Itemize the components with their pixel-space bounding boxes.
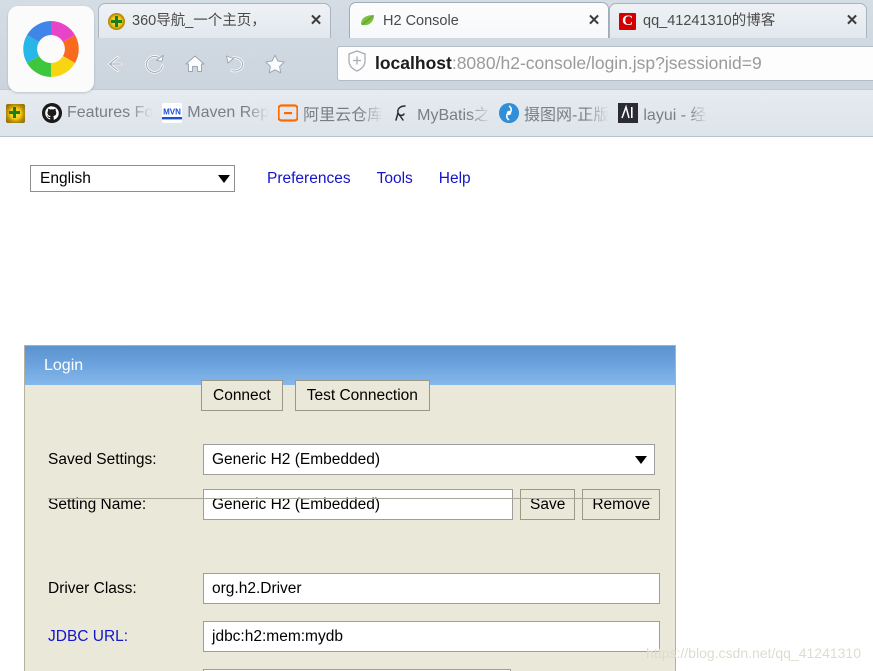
link-help[interactable]: Help [439, 170, 471, 188]
bookmark-label: 摄图网-正版 [524, 107, 610, 124]
layui-icon [618, 103, 639, 123]
tab-title: 360导航_一个主页， [132, 13, 266, 29]
language-select[interactable]: English [30, 165, 235, 192]
tab-title: H2 Console [383, 12, 459, 29]
github-icon [42, 103, 62, 123]
bookmark-item-stock-photo[interactable]: 摄图网-正版 [499, 98, 609, 128]
chevron-down-icon [218, 174, 230, 183]
tab-title: qq_41241310的博客 [643, 13, 776, 29]
bookmark-item-mybatis[interactable]: MyBatis之 [392, 98, 490, 128]
bookmark-item-aliyun[interactable]: 阿里云仓库 [277, 98, 384, 128]
language-select-value: English [40, 169, 91, 187]
browser-tab-2[interactable]: C qq_41241310的博客 ✕ [609, 3, 867, 38]
driver-class-value: org.h2.Driver [212, 579, 302, 597]
back-arrow-icon[interactable] [98, 47, 132, 81]
bookmark-label: 阿里云仓库 [303, 107, 384, 124]
saved-settings-value: Generic H2 (Embedded) [212, 450, 380, 468]
mybatis-icon [392, 103, 412, 123]
field-row-setting-name: Setting Name: Generic H2 (Embedded) Save… [25, 489, 675, 520]
browser-tab-1[interactable]: H2 Console ✕ [349, 2, 609, 38]
bookmark-label: layui - 经 [643, 107, 707, 124]
reload-icon[interactable] [138, 47, 172, 81]
aliyun-icon [277, 103, 299, 123]
bookmark-label: Maven Rep [187, 104, 270, 121]
bookmark-label: MyBatis之 [417, 107, 491, 124]
driver-class-input[interactable]: org.h2.Driver [203, 573, 660, 604]
browser-tab-0[interactable]: 360导航_一个主页， ✕ [98, 3, 331, 38]
tab-strip: 360导航_一个主页， ✕ H2 Console ✕ C qq_41241310… [0, 0, 873, 38]
jdbc-url-value: jdbc:h2:mem:mydb [212, 627, 343, 645]
remove-button[interactable]: Remove [582, 489, 661, 520]
bookmark-item-github[interactable]: Features Fo [42, 98, 153, 128]
save-button[interactable]: Save [520, 489, 576, 520]
jdbc-url-input[interactable]: jdbc:h2:mem:mydb [203, 621, 660, 652]
maven-icon: MVN [162, 103, 183, 123]
restore-arrow-icon[interactable] [218, 47, 252, 81]
browser-toolbar: localhost:8080/h2-console/login.jsp?jses… [0, 38, 873, 89]
connect-button[interactable]: Connect [201, 380, 283, 411]
360-logo-glyph [23, 21, 79, 77]
h2-toolbar: English Preferences Tools Help [30, 165, 471, 192]
chevron-down-icon [635, 455, 647, 464]
form-divider [48, 498, 652, 499]
link-tools[interactable]: Tools [377, 170, 413, 188]
test-connection-button[interactable]: Test Connection [294, 380, 430, 411]
360-browser-logo [8, 6, 94, 92]
h2-console-page: English Preferences Tools Help Login Sav… [0, 137, 873, 671]
setting-name-input[interactable]: Generic H2 (Embedded) [203, 489, 513, 520]
star-bookmark-icon[interactable] [258, 47, 292, 81]
bookmark-item-0[interactable] [6, 98, 30, 128]
address-bar-url: localhost:8080/h2-console/login.jsp?jses… [375, 53, 762, 74]
saved-settings-select[interactable]: Generic H2 (Embedded) [203, 444, 655, 475]
login-actions: Connect Test Connection [201, 380, 442, 411]
link-jdbc-url[interactable]: JDBC URL: [25, 628, 203, 646]
tab-close-icon[interactable]: ✕ [844, 13, 860, 29]
field-row-driver-class: Driver Class: org.h2.Driver [25, 573, 675, 604]
svg-text:MVN: MVN [163, 108, 181, 117]
watermark: https://blog.csdn.net/qq_41241310 [646, 645, 861, 661]
stock-photo-icon [499, 103, 520, 123]
shield-icon [346, 49, 368, 78]
360-favicon [6, 103, 25, 123]
home-icon[interactable] [178, 47, 212, 81]
bookmark-item-maven[interactable]: MVN Maven Rep [162, 98, 269, 128]
bookmarks-bar: Features Fo MVN Maven Rep 阿里云仓库 MyBatis之… [0, 89, 873, 137]
url-path: :8080/h2-console/login.jsp?jsessionid=9 [451, 53, 762, 73]
360-favicon [108, 12, 125, 30]
url-host: localhost [375, 53, 452, 73]
address-bar[interactable]: localhost:8080/h2-console/login.jsp?jses… [337, 46, 873, 81]
spring-leaf-favicon [359, 12, 376, 29]
label-driver-class: Driver Class: [48, 579, 137, 597]
bookmark-label: Features Fo [67, 104, 154, 121]
field-row-saved-settings: Saved Settings: Generic H2 (Embedded) [25, 444, 675, 475]
login-form: Saved Settings: Generic H2 (Embedded) Se… [25, 385, 675, 671]
leaf-icon [361, 15, 374, 26]
browser-chrome: 360导航_一个主页， ✕ H2 Console ✕ C qq_41241310… [0, 0, 873, 137]
tab-close-icon[interactable]: ✕ [308, 13, 324, 29]
field-row-jdbc-url: JDBC URL: jdbc:h2:mem:mydb [25, 621, 675, 652]
csdn-favicon: C [619, 12, 636, 30]
tab-close-icon[interactable]: ✕ [586, 12, 602, 29]
label-saved-settings: Saved Settings: [48, 450, 157, 468]
link-preferences[interactable]: Preferences [267, 170, 351, 188]
bookmark-item-layui[interactable]: layui - 经 [618, 98, 707, 128]
